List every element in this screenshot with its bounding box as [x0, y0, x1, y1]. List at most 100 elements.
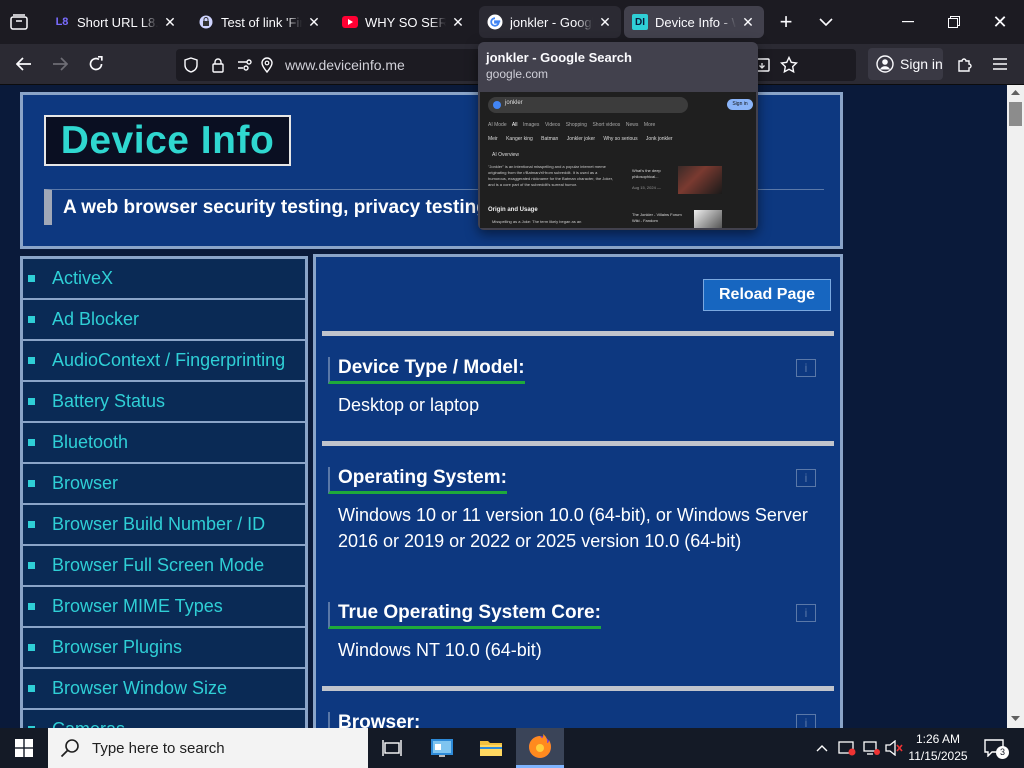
tab-title: Short URL L8.nu — [77, 14, 158, 30]
sign-in-button[interactable]: Sign in — [868, 48, 943, 80]
list-all-tabs-icon[interactable] — [814, 10, 838, 34]
divider — [322, 441, 834, 446]
divider — [322, 686, 834, 691]
close-tab-icon[interactable]: ✕ — [162, 14, 178, 31]
sidebar-item-label: Browser Plugins — [52, 637, 183, 657]
reload-page-button[interactable]: Reload Page — [703, 279, 831, 311]
new-tab-icon[interactable]: + — [774, 9, 798, 34]
thumb-ai-overview: AI Overview — [492, 152, 519, 158]
divider — [322, 331, 834, 336]
thumb-chips: Meir Kanger king Batman Jonkler joker Wh… — [488, 136, 673, 142]
tab-why-so-serious[interactable]: WHY SO SERIOUS ✕ — [334, 6, 474, 38]
tab-device-info[interactable]: DI Device Info - Web ✕ — [624, 6, 764, 38]
device-info-panel: Reload Page Device Type / Model: i Deskt… — [313, 254, 843, 728]
thumb-search-box: jonkler — [488, 97, 688, 113]
location-icon[interactable] — [258, 56, 276, 74]
section-device-type: Device Type / Model: i Desktop or laptop — [328, 357, 828, 418]
taskbar-app-control-panel[interactable] — [418, 728, 466, 768]
reload-icon[interactable] — [84, 53, 108, 75]
task-view-button[interactable] — [368, 728, 416, 768]
bullet-icon — [28, 316, 35, 323]
l8-favicon-icon: L8 — [55, 16, 69, 28]
tracking-protection-shield-icon[interactable] — [182, 56, 200, 74]
maximize-icon[interactable] — [940, 10, 968, 34]
sidebar-nav: ActiveX Ad Blocker AudioContext / Finger… — [20, 256, 308, 728]
back-icon[interactable] — [12, 53, 36, 75]
sidebar-item-label: Browser Full Screen Mode — [52, 555, 265, 575]
sidebar-item-label: AudioContext / Fingerprinting — [52, 350, 286, 370]
volume-muted-icon[interactable] — [884, 739, 904, 757]
sidebar-item-bluetooth[interactable]: Bluetooth — [23, 423, 305, 464]
section-value: Windows 10 or 11 version 10.0 (64-bit), … — [338, 505, 808, 551]
extensions-icon[interactable] — [954, 53, 976, 75]
sidebar-item-label: Browser Window Size — [52, 678, 228, 698]
taskbar-app-file-explorer[interactable] — [467, 728, 515, 768]
sidebar-item-label: Browser MIME Types — [52, 596, 223, 616]
security-warning-icon[interactable] — [837, 739, 857, 757]
account-icon — [876, 55, 894, 73]
info-icon[interactable]: i — [796, 604, 816, 622]
forward-icon[interactable] — [48, 53, 72, 75]
show-hidden-icons-chevron-icon[interactable] — [814, 740, 830, 756]
close-tab-icon[interactable]: ✕ — [740, 14, 756, 31]
taskbar-app-firefox[interactable] — [516, 728, 564, 768]
sidebar-item-activex[interactable]: ActiveX — [23, 259, 305, 300]
info-icon[interactable]: i — [796, 359, 816, 377]
close-tab-icon[interactable]: ✕ — [450, 14, 466, 31]
thumb-joker-image — [678, 166, 722, 194]
sidebar-item-plugins[interactable]: Browser Plugins — [23, 628, 305, 669]
sidebar-item-browser[interactable]: Browser — [23, 464, 305, 505]
thumb-side1-date: Aug 15, 2024 — — [632, 185, 661, 190]
sidebar-item-ad-blocker[interactable]: Ad Blocker — [23, 300, 305, 341]
sidebar-item-browser-build[interactable]: Browser Build Number / ID — [23, 505, 305, 546]
close-tab-icon[interactable]: ✕ — [306, 14, 322, 31]
thumb-tab: All — [511, 122, 518, 128]
bullet-icon — [28, 562, 35, 569]
section-label: Operating System: — [328, 467, 507, 494]
site-logo[interactable]: Device Info — [44, 115, 291, 166]
tab-hover-preview: jonkler - Google Search google.com jonkl… — [478, 42, 758, 230]
sidebar-item-audiocontext[interactable]: AudioContext / Fingerprinting — [23, 341, 305, 382]
notification-center-icon[interactable]: 3 — [980, 737, 1009, 759]
thumb-side1: What's the deep philosophical... — [632, 168, 661, 179]
tab-test-of-link[interactable]: Test of link 'Final 'Sc ✕ — [190, 6, 330, 38]
task-view-icon — [382, 740, 402, 756]
tab-title: Test of link 'Final 'Sc — [221, 14, 302, 30]
device-info-favicon-icon: DI — [632, 14, 648, 30]
preview-domain: google.com — [486, 67, 549, 81]
lock-icon[interactable] — [209, 56, 227, 74]
thumb-heading: Origin and Usage — [488, 207, 538, 213]
sidebar-item-full-screen[interactable]: Browser Full Screen Mode — [23, 546, 305, 587]
sidebar-item-window-size[interactable]: Browser Window Size — [23, 669, 305, 710]
start-button[interactable] — [0, 728, 48, 768]
system-clock[interactable]: 1:26 AM 11/15/2025 — [906, 731, 970, 765]
file-explorer-icon — [480, 741, 502, 756]
taskbar-search-box[interactable]: Type here to search — [48, 728, 368, 768]
clock-date: 11/15/2025 — [908, 749, 968, 763]
close-tab-icon[interactable]: ✕ — [597, 14, 613, 31]
info-icon[interactable]: i — [796, 469, 816, 487]
info-icon[interactable]: i — [796, 714, 816, 728]
tab-short-url[interactable]: L8 Short URL L8.nu ✕ — [46, 6, 186, 38]
section-operating-system: Operating System: i Windows 10 or 11 ver… — [328, 467, 828, 554]
firefox-icon — [529, 733, 551, 758]
sidebar-item-battery-status[interactable]: Battery Status — [23, 382, 305, 423]
bullet-icon — [28, 357, 35, 364]
network-icon[interactable] — [861, 739, 881, 757]
thumb-joker-image-2 — [694, 210, 722, 228]
permissions-icon[interactable] — [236, 56, 254, 74]
firefox-view-icon[interactable] — [8, 12, 30, 32]
scrollbar-thumb[interactable] — [1009, 102, 1022, 126]
sidebar-item-cameras[interactable]: Cameras — [23, 710, 305, 728]
youtube-favicon-icon — [342, 14, 358, 30]
close-window-icon[interactable]: ✕ — [986, 10, 1014, 34]
thumb-tab: More — [643, 122, 656, 128]
page-scrollbar[interactable] — [1007, 85, 1024, 728]
tab-jonkler-google[interactable]: jonkler - Google Search ✕ — [479, 6, 621, 38]
minimize-icon[interactable] — [894, 10, 922, 34]
menu-icon[interactable] — [989, 53, 1011, 75]
bookmark-star-icon[interactable] — [779, 55, 799, 75]
search-placeholder: Type here to search — [92, 739, 225, 757]
sidebar-item-mime-types[interactable]: Browser MIME Types — [23, 587, 305, 628]
thumb-chip: Why so serious — [603, 136, 638, 142]
